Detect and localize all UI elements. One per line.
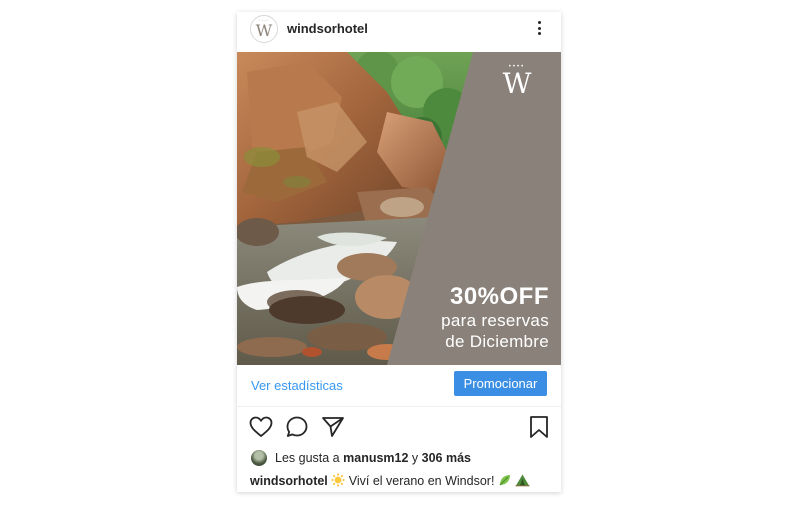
- heart-icon[interactable]: [248, 414, 274, 440]
- caption-username[interactable]: windsorhotel: [250, 474, 328, 488]
- post-header: ···· W windsorhotel: [237, 12, 561, 52]
- post-caption: windsorhotel Viví el verano en Windsor!: [250, 473, 530, 488]
- likes-count[interactable]: 306 más: [422, 451, 471, 465]
- post-actions: [237, 412, 561, 442]
- bookmark-icon[interactable]: [526, 414, 552, 440]
- likes-conjunction: y: [411, 451, 419, 465]
- instagram-post-card: ···· W windsorhotel •••• W 30%OFF para r…: [237, 12, 561, 492]
- likes-prefix: Les gusta a: [275, 451, 340, 465]
- view-insights-link[interactable]: Ver estadísticas: [251, 378, 343, 393]
- profile-avatar[interactable]: ···· W: [250, 15, 278, 43]
- promo-line-2: de Diciembre: [445, 332, 549, 351]
- sun-emoji-icon: [331, 473, 345, 487]
- promo-discount: 30%OFF: [449, 283, 549, 310]
- more-options-icon[interactable]: [531, 18, 547, 38]
- post-image[interactable]: •••• W 30%OFF para reservas de Diciembre: [237, 52, 561, 365]
- promo-line-1: para reservas: [441, 311, 549, 330]
- tent-emoji-icon: [515, 474, 530, 487]
- avatar-logo-letter: W: [255, 21, 273, 40]
- post-username[interactable]: windsorhotel: [287, 21, 368, 36]
- leaf-emoji-icon: [499, 475, 510, 486]
- comment-icon[interactable]: [284, 414, 310, 440]
- insights-bar: Ver estadísticas Promocionar: [237, 365, 561, 407]
- likes-summary: Les gusta a manusm12 y 306 más: [251, 450, 471, 466]
- liker-username[interactable]: manusm12: [343, 451, 408, 465]
- liker-avatar[interactable]: [251, 450, 267, 466]
- hotel-logo: •••• W: [499, 64, 535, 98]
- promo-text: 30%OFF para reservas de Diciembre: [441, 284, 549, 352]
- logo-letter: W: [502, 67, 532, 100]
- promote-button[interactable]: Promocionar: [454, 371, 547, 396]
- send-icon[interactable]: [320, 414, 346, 440]
- caption-text: Viví el verano en Windsor!: [348, 474, 495, 488]
